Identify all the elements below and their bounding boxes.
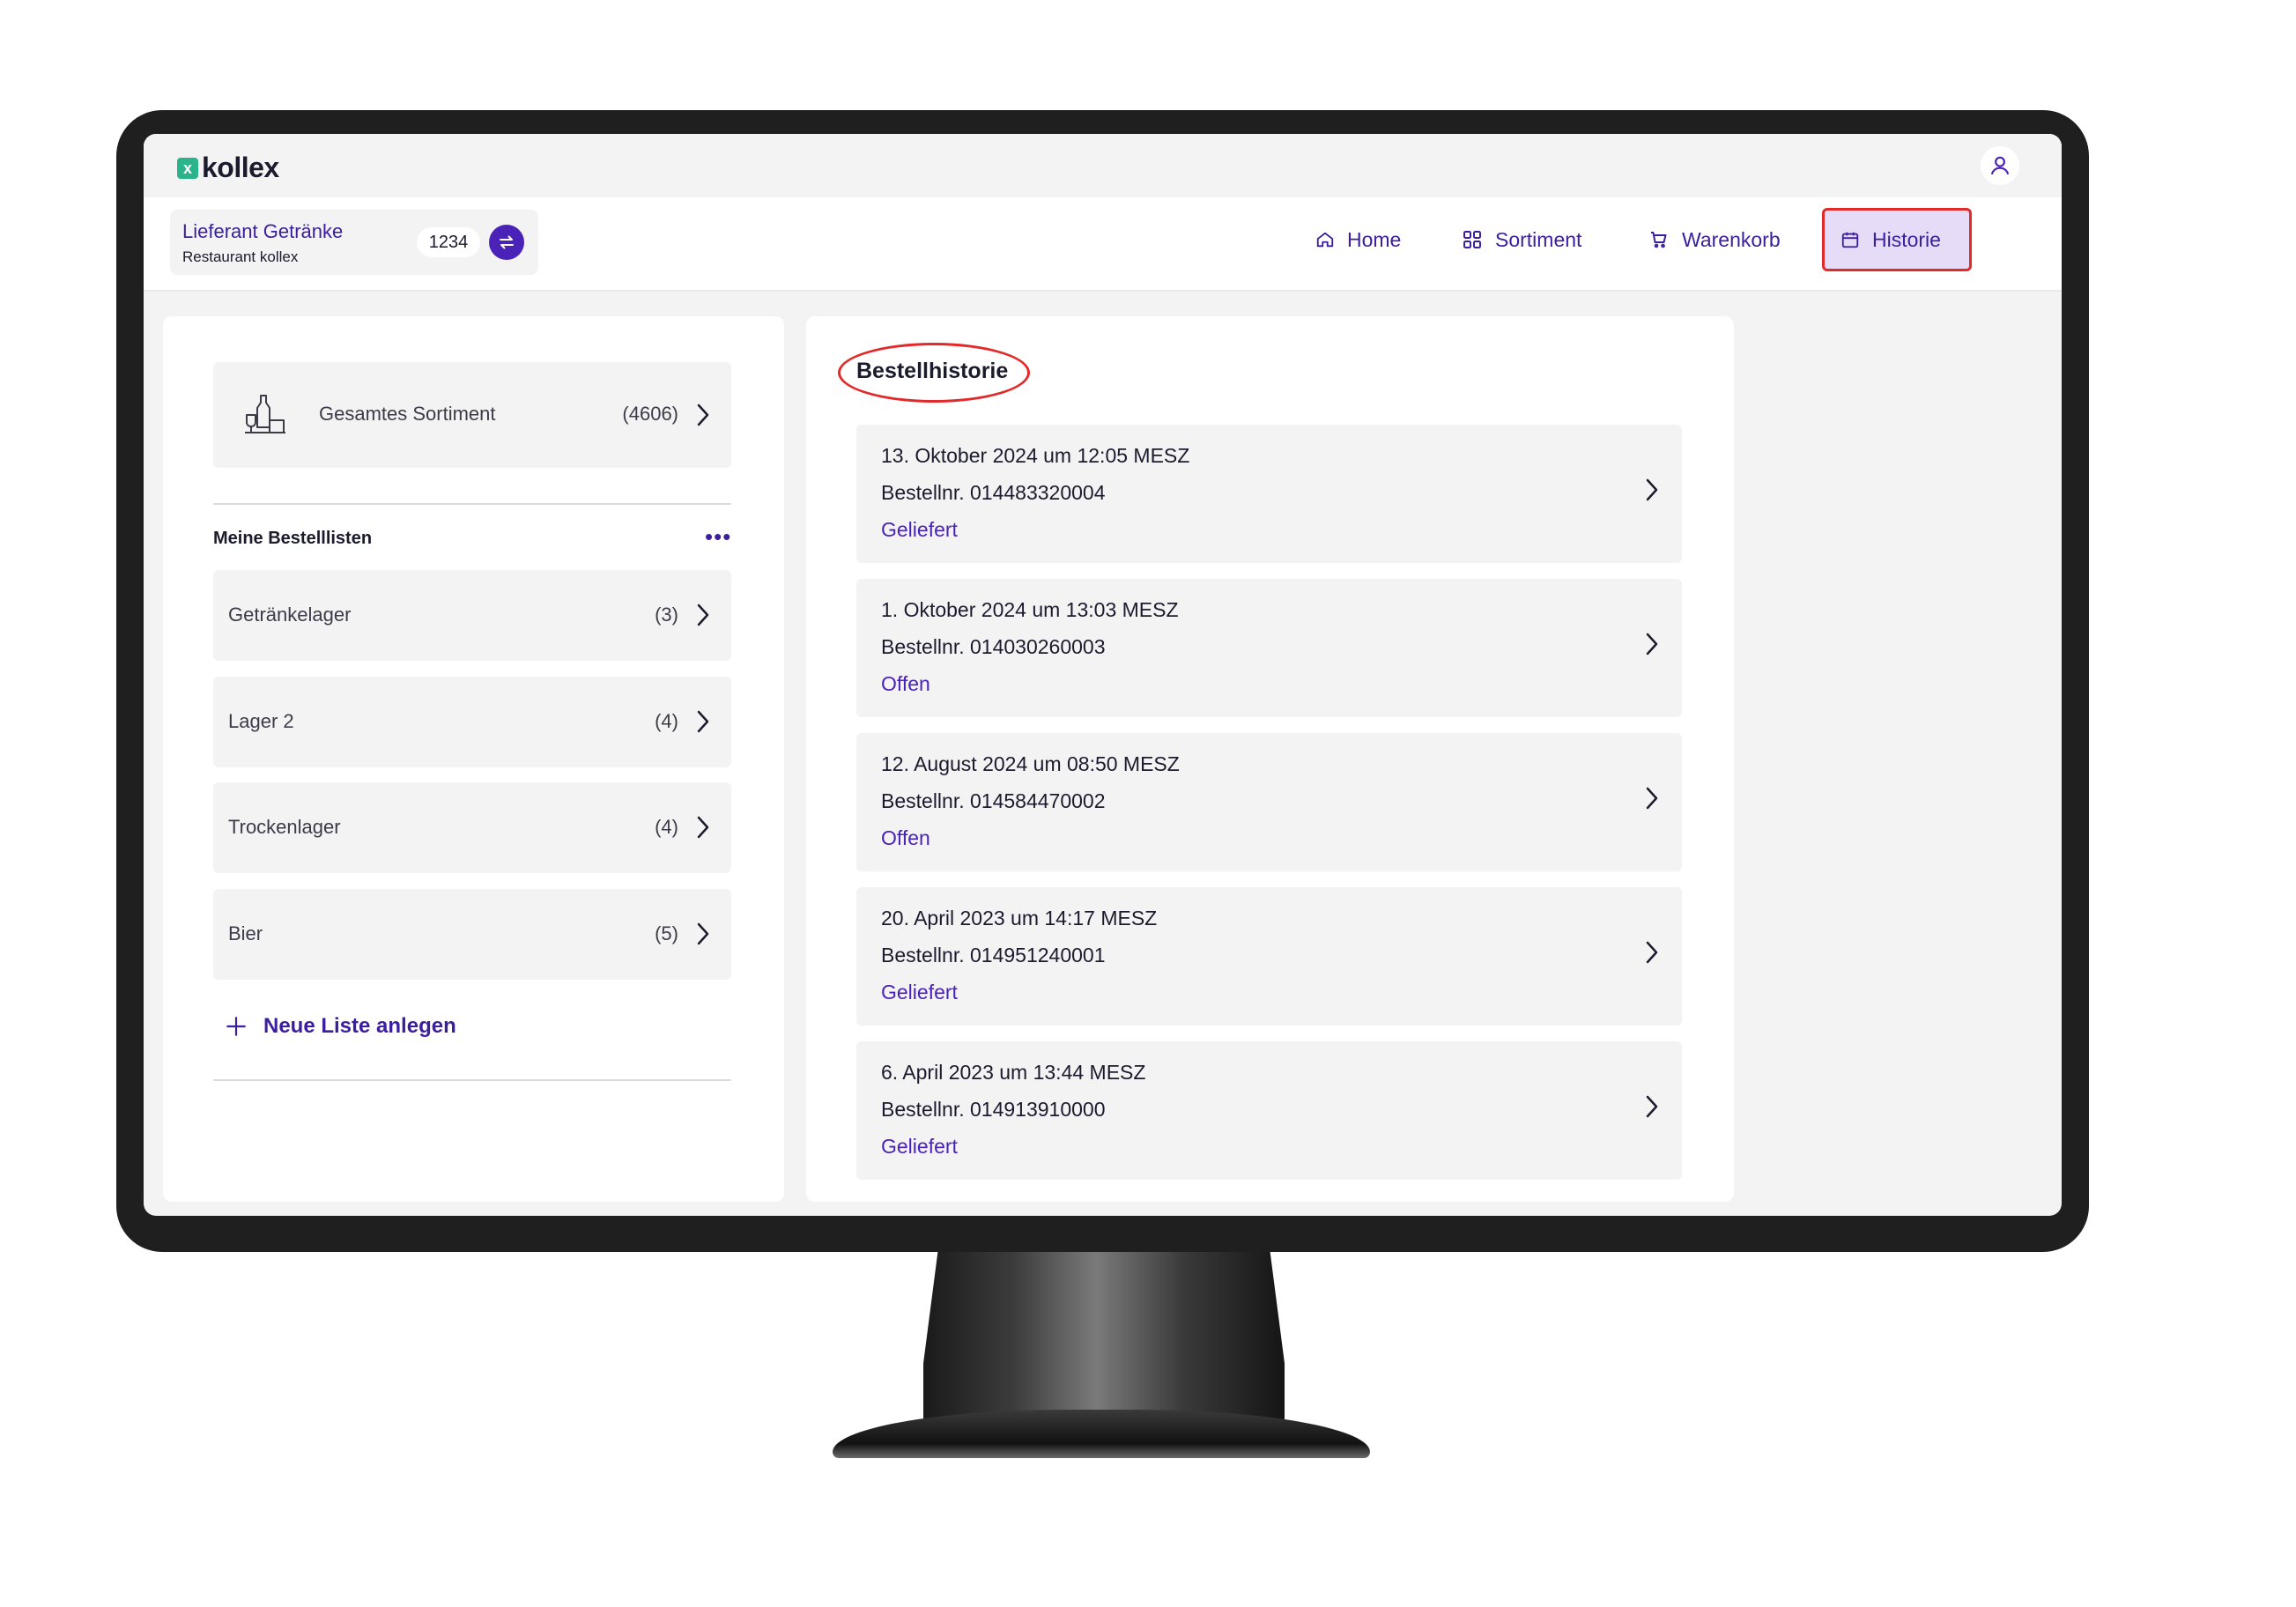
chevron-right-icon bbox=[1646, 633, 1658, 655]
page-title: Bestellhistorie bbox=[856, 359, 1009, 383]
catalog-count: (4606) bbox=[622, 403, 678, 425]
order-date: 1. Oktober 2024 um 13:03 MESZ bbox=[881, 598, 1179, 621]
app-screen: x kollex Lieferant Getränke Restaurant k… bbox=[144, 134, 2062, 1216]
order-date: 20. April 2023 um 14:17 MESZ bbox=[881, 907, 1158, 929]
order-row[interactable]: 1. Oktober 2024 um 13:03 MESZ Bestellnr.… bbox=[856, 579, 1682, 717]
nav-sortiment[interactable]: Sortiment bbox=[1462, 208, 1581, 271]
chevron-right-icon bbox=[1646, 787, 1658, 810]
chevron-right-icon bbox=[697, 816, 709, 839]
order-number: Bestellnr. 014951240001 bbox=[881, 944, 1106, 966]
catalog-label: Gesamtes Sortiment bbox=[319, 403, 496, 425]
order-number: Bestellnr. 014483320004 bbox=[881, 481, 1106, 504]
nav-historie[interactable]: Historie bbox=[1822, 208, 1972, 271]
order-status: Geliefert bbox=[881, 981, 958, 1003]
supplier-selector[interactable]: Lieferant Getränke Restaurant kollex 123… bbox=[170, 210, 538, 275]
order-row[interactable]: 20. April 2023 um 14:17 MESZ Bestellnr. … bbox=[856, 887, 1682, 1026]
swap-arrows-icon bbox=[500, 235, 514, 249]
order-date: 13. Oktober 2024 um 12:05 MESZ bbox=[881, 444, 1190, 467]
order-number: Bestellnr. 014913910000 bbox=[881, 1098, 1106, 1121]
catalog-card[interactable]: Gesamtes Sortiment (4606) bbox=[213, 362, 731, 468]
order-row[interactable]: 13. Oktober 2024 um 12:05 MESZ Bestellnr… bbox=[856, 425, 1682, 563]
supplier-name: Lieferant Getränke bbox=[182, 220, 344, 242]
logo-text: kollex bbox=[202, 152, 279, 183]
list-item[interactable]: Getränkelager (3) bbox=[213, 570, 731, 661]
sidebar-panel: Gesamtes Sortiment (4606) Meine Bestelll… bbox=[163, 316, 784, 1202]
nav-historie-label: Historie bbox=[1872, 227, 1941, 251]
cart-icon bbox=[1651, 232, 1667, 248]
beverage-bottles-icon bbox=[245, 395, 285, 433]
list-item-label: Trockenlager bbox=[228, 816, 341, 838]
order-row[interactable]: 6. April 2023 um 13:44 MESZ Bestellnr. 0… bbox=[856, 1041, 1682, 1180]
plus-icon bbox=[226, 1017, 246, 1036]
list-item-label: Getränkelager bbox=[228, 604, 352, 626]
new-list-label: Neue Liste anlegen bbox=[263, 1014, 456, 1038]
order-lists-title: Meine Bestelllisten bbox=[213, 529, 373, 548]
order-status: Geliefert bbox=[881, 1135, 958, 1158]
user-account-button[interactable] bbox=[1981, 146, 2019, 185]
logo[interactable]: x kollex bbox=[177, 152, 279, 184]
order-row[interactable]: 12. August 2024 um 08:50 MESZ Bestellnr.… bbox=[856, 733, 1682, 871]
list-item-count: (4) bbox=[655, 710, 678, 732]
customer-number: 1234 bbox=[417, 227, 480, 257]
chevron-right-icon bbox=[697, 404, 709, 426]
chevron-right-icon bbox=[1646, 478, 1658, 501]
chevron-right-icon bbox=[697, 604, 709, 626]
list-item[interactable]: Lager 2 (4) bbox=[213, 677, 731, 767]
restaurant-name: Restaurant kollex bbox=[182, 248, 299, 265]
list-item[interactable]: Bier (5) bbox=[213, 889, 731, 980]
order-number: Bestellnr. 014584470002 bbox=[881, 789, 1106, 812]
list-item-label: Bier bbox=[228, 922, 263, 944]
order-status: Offen bbox=[881, 826, 930, 849]
home-icon bbox=[1316, 232, 1334, 248]
list-item-count: (4) bbox=[655, 816, 678, 838]
order-status: Offen bbox=[881, 672, 930, 695]
list-item[interactable]: Trockenlager (4) bbox=[213, 782, 731, 873]
order-date: 6. April 2023 um 13:44 MESZ bbox=[881, 1061, 1146, 1084]
chevron-right-icon bbox=[1646, 941, 1658, 964]
more-options-icon[interactable]: ••• bbox=[705, 525, 731, 548]
switch-supplier-button[interactable] bbox=[489, 225, 524, 260]
grid-icon bbox=[1463, 231, 1481, 248]
user-icon bbox=[1990, 156, 2010, 175]
order-status: Geliefert bbox=[881, 518, 958, 541]
list-item-label: Lager 2 bbox=[228, 710, 294, 732]
calendar-icon bbox=[1841, 232, 1859, 248]
new-list-button[interactable]: Neue Liste anlegen bbox=[225, 1014, 456, 1039]
nav-home-label: Home bbox=[1347, 227, 1402, 251]
logo-mark-icon: x bbox=[177, 157, 198, 179]
order-history-panel: Bestellhistorie 13. Oktober 2024 um 12:0… bbox=[806, 316, 1734, 1202]
chevron-right-icon bbox=[697, 710, 709, 733]
nav-sortiment-label: Sortiment bbox=[1495, 227, 1582, 251]
order-number: Bestellnr. 014030260003 bbox=[881, 635, 1106, 658]
list-item-count: (3) bbox=[655, 604, 678, 626]
monitor-stand-base bbox=[833, 1410, 1370, 1458]
chevron-right-icon bbox=[1646, 1095, 1658, 1118]
chevron-right-icon bbox=[697, 922, 709, 945]
top-bar: x kollex bbox=[144, 134, 2062, 197]
nav-bar: Lieferant Getränke Restaurant kollex 123… bbox=[144, 197, 2062, 292]
nav-home[interactable]: Home bbox=[1315, 208, 1401, 271]
list-item-count: (5) bbox=[655, 922, 678, 944]
nav-warenkorb-label: Warenkorb bbox=[1682, 227, 1781, 251]
nav-warenkorb[interactable]: Warenkorb bbox=[1648, 208, 1781, 271]
order-date: 12. August 2024 um 08:50 MESZ bbox=[881, 752, 1180, 775]
divider bbox=[213, 503, 731, 505]
divider bbox=[213, 1079, 731, 1081]
